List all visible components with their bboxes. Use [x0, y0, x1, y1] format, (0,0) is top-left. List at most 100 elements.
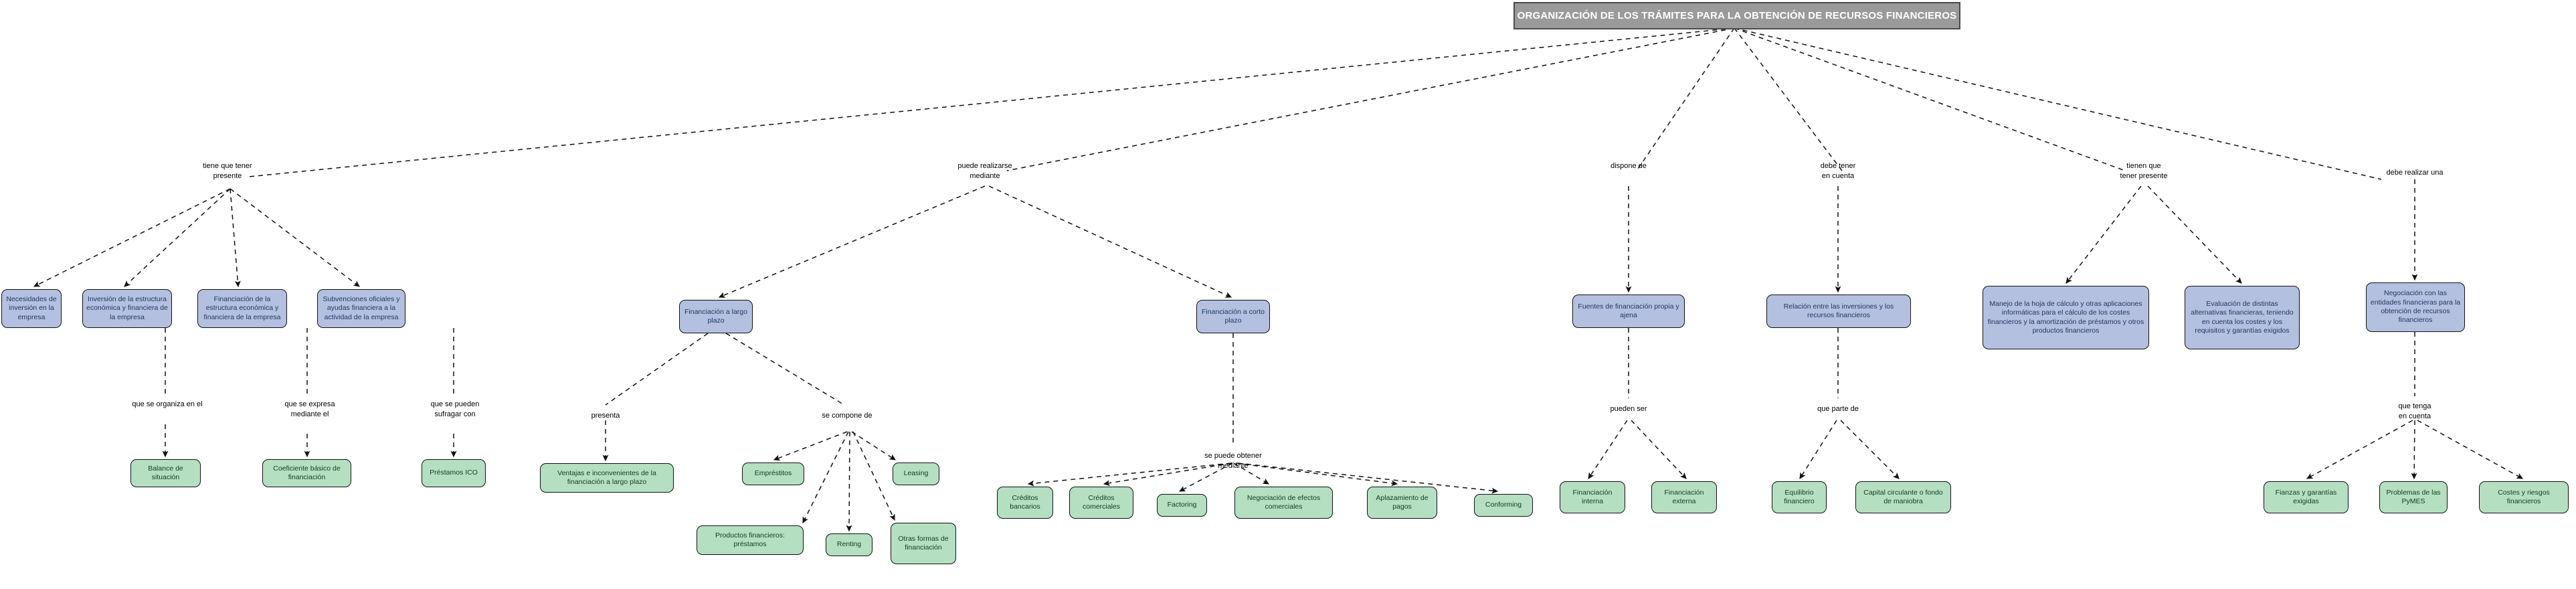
node-financiacion-estructura[interactable]: Financiación de la estructura económica …: [197, 289, 287, 328]
lbl-que-parte-de: que parte de: [1817, 405, 1859, 413]
node-manejo-hoja-de-calculo[interactable]: Manejo de la hoja de cálculo y otras apl…: [1983, 286, 2149, 349]
node-conforming[interactable]: Conforming: [1474, 494, 1533, 517]
connector-e-a2: [124, 188, 231, 287]
connector-e-d2: [725, 333, 845, 406]
node-capital-circulante[interactable]: Capital circulante o fondo de maniobra: [1855, 481, 1951, 513]
connector-e-root-2: [1006, 27, 1735, 171]
node-label-conforming: Conforming: [1485, 501, 1522, 509]
node-fuentes-de-financiacion[interactable]: Fuentes de financiación propia y ajena: [1572, 294, 1685, 328]
node-label-financiacion-largo-plazo: Financiación a largo plazo: [684, 307, 747, 325]
node-renting[interactable]: Renting: [826, 533, 872, 556]
node-label-prestamos-ico: Préstamos ICO: [430, 469, 478, 477]
node-otras-formas-financiacion[interactable]: Otras formas de financiación: [891, 523, 956, 564]
node-costes-riesgos[interactable]: Costes y riesgos financieros: [2479, 481, 2569, 513]
lbl-tiene-que-tener-presente: tiene que tener presente: [203, 162, 252, 180]
node-label-emprestitos: Empréstitos: [754, 469, 792, 478]
connector-e-e4: [851, 431, 897, 460]
node-leasing[interactable]: Leasing: [893, 462, 939, 485]
node-label-necesidades-de-inversion: Necesidades de inversión en la empresa: [6, 294, 57, 321]
node-label-equilibrio-financiero: Equilibrio financiero: [1784, 488, 1815, 505]
node-label-renting: Renting: [836, 540, 862, 549]
node-label-aplazamiento-de-pagos: Aplazamiento de pagos: [1376, 493, 1429, 511]
node-label-otras-formas-financiacion: Otras formas de financiación: [898, 534, 949, 552]
node-label-creditos-comerciales: Créditos comerciales: [1082, 493, 1121, 511]
connector-e-e1: [773, 431, 848, 461]
connector-e-a3: [229, 188, 241, 288]
node-label-fianzas-garantias: Fianzas y garantías exigidas: [2275, 488, 2337, 505]
connector-e-i2: [2147, 185, 2242, 284]
node-label-capital-circulante: Capital circulante o fondo de maniobra: [1863, 488, 1943, 505]
node-factoring[interactable]: Factoring: [1157, 494, 1207, 517]
connector-e-f2: [1027, 462, 1232, 487]
node-ventajas-inconvenientes[interactable]: Ventajas e inconvenientes de la financia…: [540, 463, 674, 493]
node-negociacion-efectos[interactable]: Negociación de efectos comerciales: [1234, 487, 1333, 519]
connector-e-a1: [33, 188, 231, 287]
node-label-relacion-inversiones: Relación entre las inversiones y los rec…: [1783, 302, 1894, 319]
node-prestamos-ico[interactable]: Préstamos ICO: [422, 459, 486, 487]
lbl-que-se-pueden-sufragar: que se pueden sufragar con: [430, 400, 480, 418]
node-financiacion-interna[interactable]: Financiación interna: [1560, 481, 1625, 513]
lbl-se-compone-de: se compone de: [822, 412, 872, 420]
connector-e-h3: [1799, 420, 1837, 480]
node-negociacion-entidades[interactable]: Negociación con las entidades financiera…: [2366, 282, 2465, 332]
node-inversion-estructura[interactable]: Inversión de la estructura económica y f…: [82, 289, 172, 328]
node-label-financiacion-corto-plazo: Financiación a corto plazo: [1202, 307, 1265, 325]
node-financiacion-externa[interactable]: Financiación externa: [1651, 481, 1717, 513]
connector-e-g4: [1631, 420, 1687, 479]
node-label-balance-de-situacion: Balance de situación: [148, 464, 183, 481]
page-title: ORGANIZACIÓN DE LOS TRÁMITES PARA LA OBT…: [1513, 2, 1960, 29]
lbl-dispone-de: dispone de: [1611, 162, 1647, 170]
node-label-negociacion-entidades: Negociación con las entidades financiera…: [2370, 289, 2461, 325]
node-emprestitos[interactable]: Empréstitos: [742, 462, 804, 485]
node-label-inversion-estructura: Inversión de la estructura económica y f…: [86, 294, 168, 321]
node-necesidades-de-inversion[interactable]: Necesidades de inversión en la empresa: [1, 289, 62, 328]
node-subvenciones-oficiales[interactable]: Subvenciones oficiales y ayudas financie…: [317, 289, 405, 328]
connector-e-root-6: [1734, 27, 2382, 180]
node-label-subvenciones-oficiales: Subvenciones oficiales y ayudas financie…: [323, 294, 400, 321]
lbl-pueden-ser: pueden ser: [1610, 405, 1647, 413]
node-aplazamiento-de-pagos[interactable]: Aplazamiento de pagos: [1367, 487, 1437, 519]
connector-e-c1: [718, 185, 986, 298]
connector-e-root-4: [1734, 27, 1843, 171]
node-evaluacion-alternativas[interactable]: Evaluación de distintas alternativas fin…: [2185, 286, 2300, 349]
lbl-debe-tener-en-cuenta: debe tener en cuenta: [1820, 162, 1856, 180]
node-creditos-comerciales[interactable]: Créditos comerciales: [1069, 487, 1133, 519]
node-label-costes-riesgos: Costes y riesgos financieros: [2498, 488, 2550, 505]
connector-e-d1: [605, 333, 709, 406]
node-label-negociacion-efectos: Negociación de efectos comerciales: [1247, 493, 1321, 511]
node-financiacion-corto-plazo[interactable]: Financiación a corto plazo: [1196, 300, 1270, 333]
connector-e-i1: [2065, 185, 2142, 284]
connector-e-root-1: [248, 27, 1735, 177]
connector-e-j5: [2417, 420, 2524, 479]
node-equilibrio-financiero[interactable]: Equilibrio financiero: [1772, 481, 1827, 513]
node-label-manejo-hoja-de-calculo: Manejo de la hoja de cálculo y otras apl…: [1987, 299, 2144, 335]
node-label-coeficiente-basico: Coeficiente básico de financiación: [273, 464, 341, 481]
node-label-problemas-pymes: Problemas de las PyMES: [2386, 488, 2441, 505]
lbl-que-tenga-en-cuenta: que tenga en cuenta: [2398, 402, 2431, 420]
node-relacion-inversiones[interactable]: Relación entre las inversiones y los rec…: [1766, 294, 1911, 328]
node-problemas-pymes[interactable]: Problemas de las PyMES: [2379, 481, 2448, 513]
lbl-se-puede-obtener-mediante: se puede obtener mediante: [1204, 452, 1262, 470]
connector-e-root-5: [1734, 27, 2126, 171]
concept-map-canvas: ORGANIZACIÓN DE LOS TRÁMITES PARA LA OBT…: [0, 0, 2576, 589]
connector-e-j4: [2411, 420, 2417, 480]
node-label-factoring: Factoring: [1167, 501, 1197, 509]
node-financiacion-largo-plazo[interactable]: Financiación a largo plazo: [679, 300, 753, 333]
node-label-fuentes-de-financiacion: Fuentes de financiación propia y ajena: [1578, 302, 1679, 319]
node-fianzas-garantias[interactable]: Fianzas y garantías exigidas: [2264, 481, 2349, 513]
lbl-que-se-expresa-mediante: que se expresa mediante el: [284, 400, 335, 418]
lbl-tienen-que-tener-presente: tienen que tener presente: [2120, 162, 2168, 180]
node-label-financiacion-estructura: Financiación de la estructura económica …: [203, 294, 281, 321]
connector-e-a4: [229, 188, 360, 287]
node-creditos-bancarios[interactable]: Créditos bancarios: [997, 487, 1053, 519]
connector-e-e3: [846, 431, 852, 532]
node-label-creditos-bancarios: Créditos bancarios: [1010, 493, 1040, 511]
node-balance-de-situacion[interactable]: Balance de situación: [130, 459, 201, 487]
node-label-leasing: Leasing: [903, 469, 929, 478]
lbl-puede-realizarse-mediante: puede realizarse mediante: [957, 162, 1012, 180]
lbl-presenta: presenta: [591, 412, 620, 420]
node-coeficiente-basico[interactable]: Coeficiente básico de financiación: [262, 459, 351, 487]
connector-e-c2: [988, 185, 1232, 298]
node-label-financiacion-interna: Financiación interna: [1572, 488, 1613, 505]
node-productos-financieros[interactable]: Productos financieros: préstamos: [697, 525, 804, 555]
